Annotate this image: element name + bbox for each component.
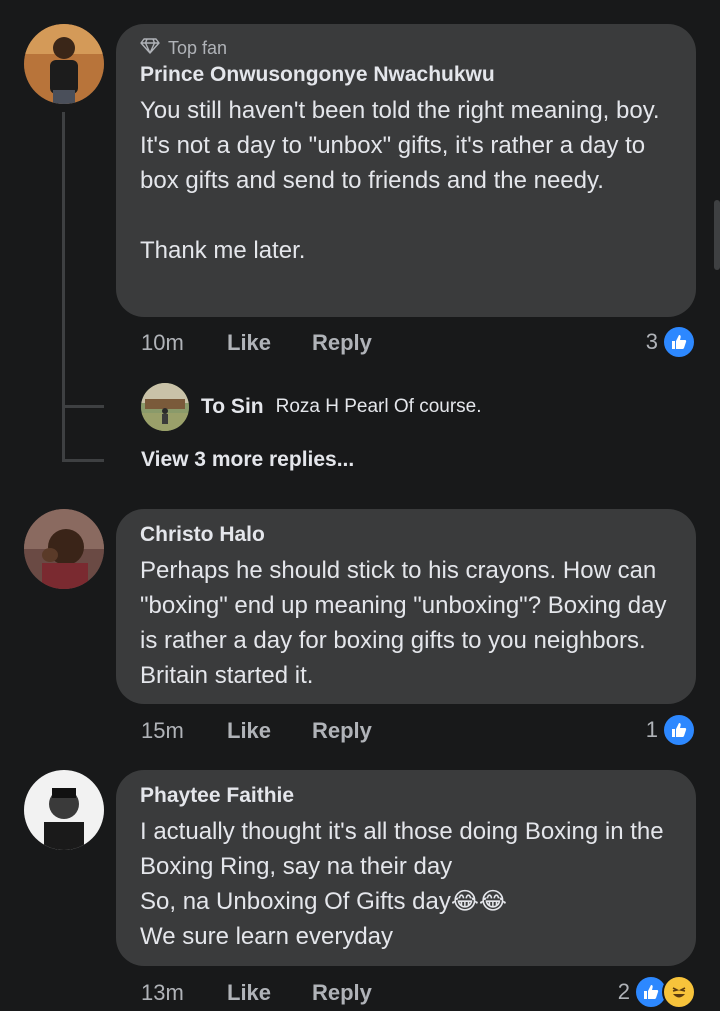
comment-author[interactable]: Christo Halo	[140, 523, 672, 547]
top-fan-badge: Top fan	[140, 38, 672, 59]
comment-bubble: Christo Halo Perhaps he should stick to …	[116, 509, 696, 704]
scrollbar-thumb[interactable]	[714, 200, 720, 270]
thread-branch	[62, 405, 104, 408]
comment-time[interactable]: 15m	[141, 718, 227, 744]
reaction-count: 1	[645, 717, 658, 742]
reaction-count: 3	[645, 329, 658, 354]
like-icon	[662, 713, 696, 747]
comment-bubble: Phaytee Faithie I actually thought it's …	[116, 770, 696, 966]
reply-author[interactable]: To Sin	[201, 395, 264, 419]
avatar[interactable]	[24, 509, 104, 589]
comment-bubble: Top fan Prince Onwusongonye Nwachukwu Yo…	[116, 24, 696, 317]
like-button[interactable]: Like	[227, 718, 312, 744]
thread-branch	[62, 459, 104, 462]
comment-text: You still haven't been told the right me…	[140, 97, 660, 264]
comment-actions: 13m Like Reply	[141, 980, 372, 1006]
comment-actions: 10m Like Reply	[141, 330, 372, 356]
badge-label: Top fan	[168, 38, 228, 58]
like-icon	[662, 325, 696, 359]
thread-line	[62, 112, 65, 462]
reply-button[interactable]: Reply	[312, 980, 372, 1006]
comment-text: I actually thought it's all those doing …	[140, 818, 664, 950]
comment-actions: 15m Like Reply	[141, 718, 372, 744]
reaction-summary[interactable]: 3	[646, 325, 696, 359]
comment-time[interactable]: 13m	[141, 980, 227, 1006]
reaction-summary[interactable]: 2	[618, 975, 696, 1009]
comment-text: Perhaps he should stick to his crayons. …	[140, 557, 674, 689]
like-button[interactable]: Like	[227, 980, 312, 1006]
reply-button[interactable]: Reply	[312, 330, 372, 356]
haha-icon	[662, 975, 696, 1009]
view-more-replies-link[interactable]: View 3 more replies...	[141, 448, 354, 472]
diamond-icon	[140, 38, 160, 59]
avatar[interactable]	[24, 24, 104, 104]
reaction-count: 2	[617, 979, 630, 1004]
comment-author[interactable]: Phaytee Faithie	[140, 784, 672, 808]
like-button[interactable]: Like	[227, 330, 312, 356]
comment-author[interactable]: Prince Onwusongonye Nwachukwu	[140, 63, 672, 87]
reply-preview[interactable]: To Sin Roza H Pearl Of course.	[141, 383, 482, 431]
reply-text: Roza H Pearl Of course.	[275, 396, 482, 417]
avatar[interactable]	[24, 770, 104, 850]
reply-avatar[interactable]	[141, 383, 189, 431]
comment-time[interactable]: 10m	[141, 330, 227, 356]
reply-button[interactable]: Reply	[312, 718, 372, 744]
reaction-summary[interactable]: 1	[646, 713, 696, 747]
